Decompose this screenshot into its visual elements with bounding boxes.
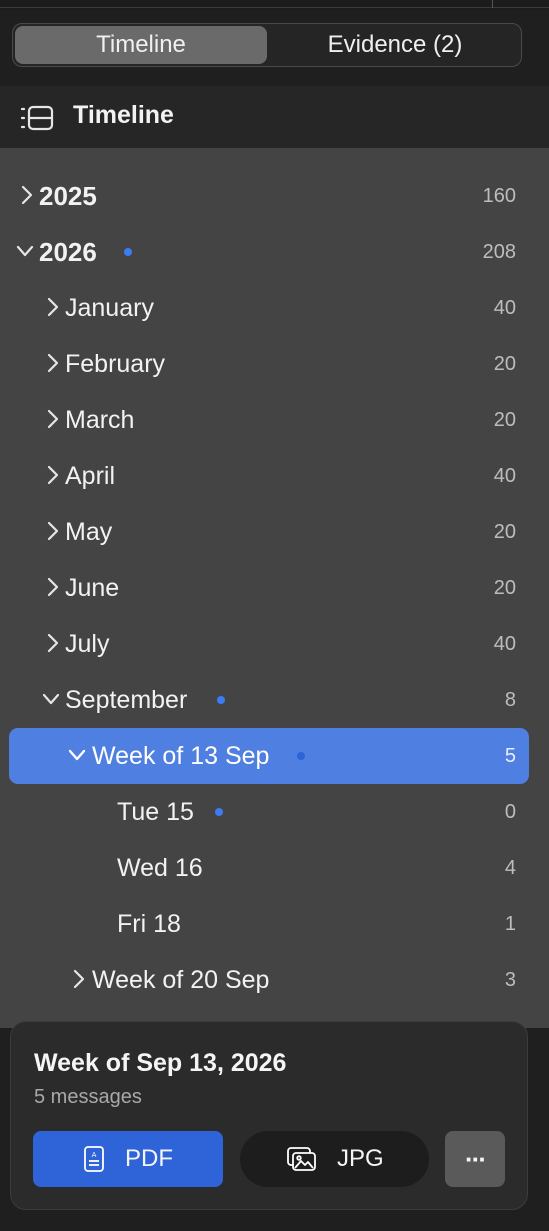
unread-dot [217,696,225,704]
details-subtitle: 5 messages [34,1086,142,1108]
tree-row-label: Wed 16 [117,854,203,882]
chevron-right-icon[interactable] [44,296,62,318]
unread-dot [297,752,305,760]
tree-row-week-20-sep[interactable]: Week of 20 Sep 3 [0,952,549,1008]
tree-row-count: 0 [504,801,516,823]
tree-row-tue-15[interactable]: Tue 15 0 [0,784,549,840]
tree-row-count: 160 [482,185,516,207]
tree-row-count: 40 [493,465,516,487]
tree-row-label: September [65,686,188,714]
tree-row-count: 20 [493,409,516,431]
tree-row-july[interactable]: July 40 [0,616,549,672]
export-jpg-button[interactable]: JPG [240,1131,429,1187]
tree-row-label: Fri 18 [117,910,181,938]
tree-row-label: July [65,630,110,658]
tree-row-label: Week of 13 Sep [92,742,270,770]
tab-timeline[interactable]: Timeline [15,26,267,64]
tree-row-count: 5 [504,745,516,767]
tree-row-2025[interactable]: 2025 160 [0,168,549,224]
tree-row-count: 1 [504,913,516,935]
unread-dot [215,808,223,816]
photos-icon [287,1147,316,1171]
jpg-label: JPG [337,1145,384,1172]
timeline-tree: 2025 160 2026 208 January 40 February 20… [0,148,549,1028]
chevron-right-icon[interactable] [44,576,62,598]
tree-row-count: 40 [493,297,516,319]
tree-row-wed-16[interactable]: Wed 16 4 [0,840,549,896]
tree-row-count: 20 [493,577,516,599]
export-pdf-button[interactable]: A PDF [33,1131,223,1187]
tree-row-january[interactable]: January 40 [0,280,549,336]
tree-row-count: 3 [504,969,516,991]
window-top-strip [0,0,549,10]
tree-row-week-13-sep[interactable]: Week of 13 Sep 5 [0,728,549,784]
tree-row-label: March [65,406,135,434]
selection-details-card: Week of Sep 13, 2026 5 messages A PDF JP… [10,1021,528,1210]
chevron-right-icon[interactable] [18,184,36,206]
tree-row-fri-18[interactable]: Fri 18 1 [0,896,549,952]
pdf-label: PDF [125,1145,173,1172]
tree-row-september[interactable]: September 8 [0,672,549,728]
tree-row-label: June [65,574,120,602]
tree-row-march[interactable]: March 20 [0,392,549,448]
tree-row-count: 40 [493,633,516,655]
chevron-down-icon[interactable] [16,240,34,262]
tree-row-label: Tue 15 [117,798,194,826]
tree-row-label: April [65,462,116,490]
section-title: Timeline [73,101,174,129]
tree-row-label: 2026 [39,237,97,267]
tree-row-count: 4 [504,857,516,879]
unread-dot [124,248,132,256]
tree-row-count: 20 [493,353,516,375]
tree-row-count: 20 [493,521,516,543]
tree-row-label: Week of 20 Sep [92,966,270,994]
section-header: Timeline [0,86,549,148]
tree-row-label: May [65,518,113,546]
chevron-down-icon[interactable] [68,744,86,766]
chevron-right-icon[interactable] [44,464,62,486]
view-segmented-control[interactable]: Timeline Evidence (2) [12,23,522,67]
tree-row-label: January [65,294,154,322]
chevron-right-icon[interactable] [44,408,62,430]
tree-row-february[interactable]: February 20 [0,336,549,392]
timeline-list-icon [20,105,54,131]
chevron-right-icon[interactable] [44,520,62,542]
details-title: Week of Sep 13, 2026 [34,1049,287,1077]
pdf-document-icon: A [84,1146,104,1172]
tree-row-2026[interactable]: 2026 208 [0,224,549,280]
tree-row-may[interactable]: May 20 [0,504,549,560]
chevron-down-icon[interactable] [42,688,60,710]
tree-row-april[interactable]: April 40 [0,448,549,504]
tree-row-june[interactable]: June 20 [0,560,549,616]
tree-row-count: 8 [504,689,516,711]
more-icon: ··· [465,1144,487,1174]
svg-text:A: A [92,1151,97,1159]
chevron-right-icon[interactable] [44,632,62,654]
tree-row-label: 2025 [39,181,97,211]
chevron-right-icon[interactable] [44,352,62,374]
tree-row-count: 208 [482,241,516,263]
tab-evidence[interactable]: Evidence (2) [269,26,521,64]
tree-row-label: February [65,350,166,378]
chevron-right-icon[interactable] [70,968,88,990]
more-options-button[interactable]: ··· [445,1131,505,1187]
